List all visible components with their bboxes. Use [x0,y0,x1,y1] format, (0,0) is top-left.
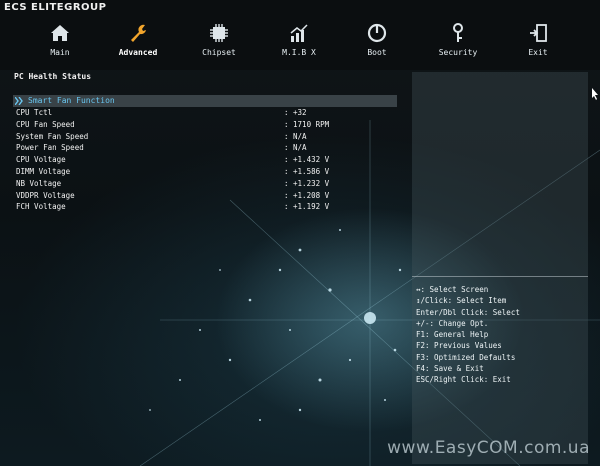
help-line: +/-: Change Opt. [416,318,489,328]
wrench-icon [131,24,146,42]
power-icon [367,23,387,43]
tab-advanced[interactable]: Advanced [103,22,173,66]
reading-value: : N/A [284,131,307,141]
tab-exit-label: Exit [528,48,548,57]
reading-value: : 1710 RPM [284,119,330,129]
reading-label: FCH Voltage [16,202,66,212]
chevron-right-icon [15,97,23,105]
help-divider [412,276,588,277]
tab-chipset[interactable]: Chipset [184,22,254,66]
exit-icon [530,24,547,42]
reading-value: : +1.232 V [284,178,330,188]
help-line: F4: Save & Exit [416,364,484,374]
nav-tabs: Main Advanced Chipset M.I.B X Boot Secur… [0,22,600,66]
reading-value: : +1.208 V [284,190,330,200]
help-line: ESC/Right Click: Exit [416,375,511,385]
help-line: ↔: Select Screen [416,285,489,294]
help-line: Enter/Dbl Click: Select [416,307,520,317]
reading-label: CPU Fan Speed [16,119,75,129]
tab-main-label: Main [50,48,70,57]
reading-label: VDDPR Voltage [16,190,75,200]
reading-label: CPU Tctl [16,108,53,117]
smart-fan-function-item[interactable]: Smart Fan Function [28,96,115,105]
ecs-logo: ECS ELITEGROUP [4,2,107,13]
help-line: F2: Previous Values [416,341,502,351]
reading-value: : +1.586 V [284,166,330,176]
key-icon [453,23,463,42]
tab-chipset-label: Chipset [202,48,236,57]
chip-icon [210,24,228,42]
tab-advanced-label: Advanced [118,48,158,57]
tab-boot-label: Boot [367,48,387,57]
tab-security-label: Security [438,48,478,57]
reading-label: NB Voltage [16,178,62,188]
reading-label: CPU Voltage [16,155,66,165]
home-icon [51,25,69,41]
tab-boot[interactable]: Boot [342,22,412,66]
help-panel [412,72,588,464]
top-navigation-bar: ECS ELITEGROUP Main Advanced Chipset M.I… [0,0,600,70]
tab-main[interactable]: Main [25,22,95,66]
watermark: www.EasyCOM.com.ua [387,438,590,458]
reading-value: : +1.192 V [284,202,330,212]
page-title: PC Health Status [14,72,92,81]
reading-label: Power Fan Speed [16,143,84,153]
help-line: ↕/Click: Select Item [416,296,507,306]
help-line: F1: General Help [416,330,489,340]
chart-icon [290,24,308,42]
reading-value: : N/A [284,143,307,153]
tab-mibx-label: M.I.B X [282,48,316,57]
reading-value: : +1.432 V [284,155,330,165]
tab-security[interactable]: Security [423,22,493,66]
tab-exit[interactable]: Exit [503,22,573,66]
mouse-cursor-icon [592,88,598,100]
key-help-list: ↔: Select Screen ↕/Click: Select Item En… [416,284,520,386]
bios-screen: ECS ELITEGROUP Main Advanced Chipset M.I… [0,0,600,466]
reading-value: : +32 [284,108,307,117]
tab-mibx[interactable]: M.I.B X [264,22,334,66]
help-line: F3: Optimized Defaults [416,352,516,362]
reading-label: System Fan Speed [16,131,89,141]
reading-label: DIMM Voltage [16,166,71,176]
